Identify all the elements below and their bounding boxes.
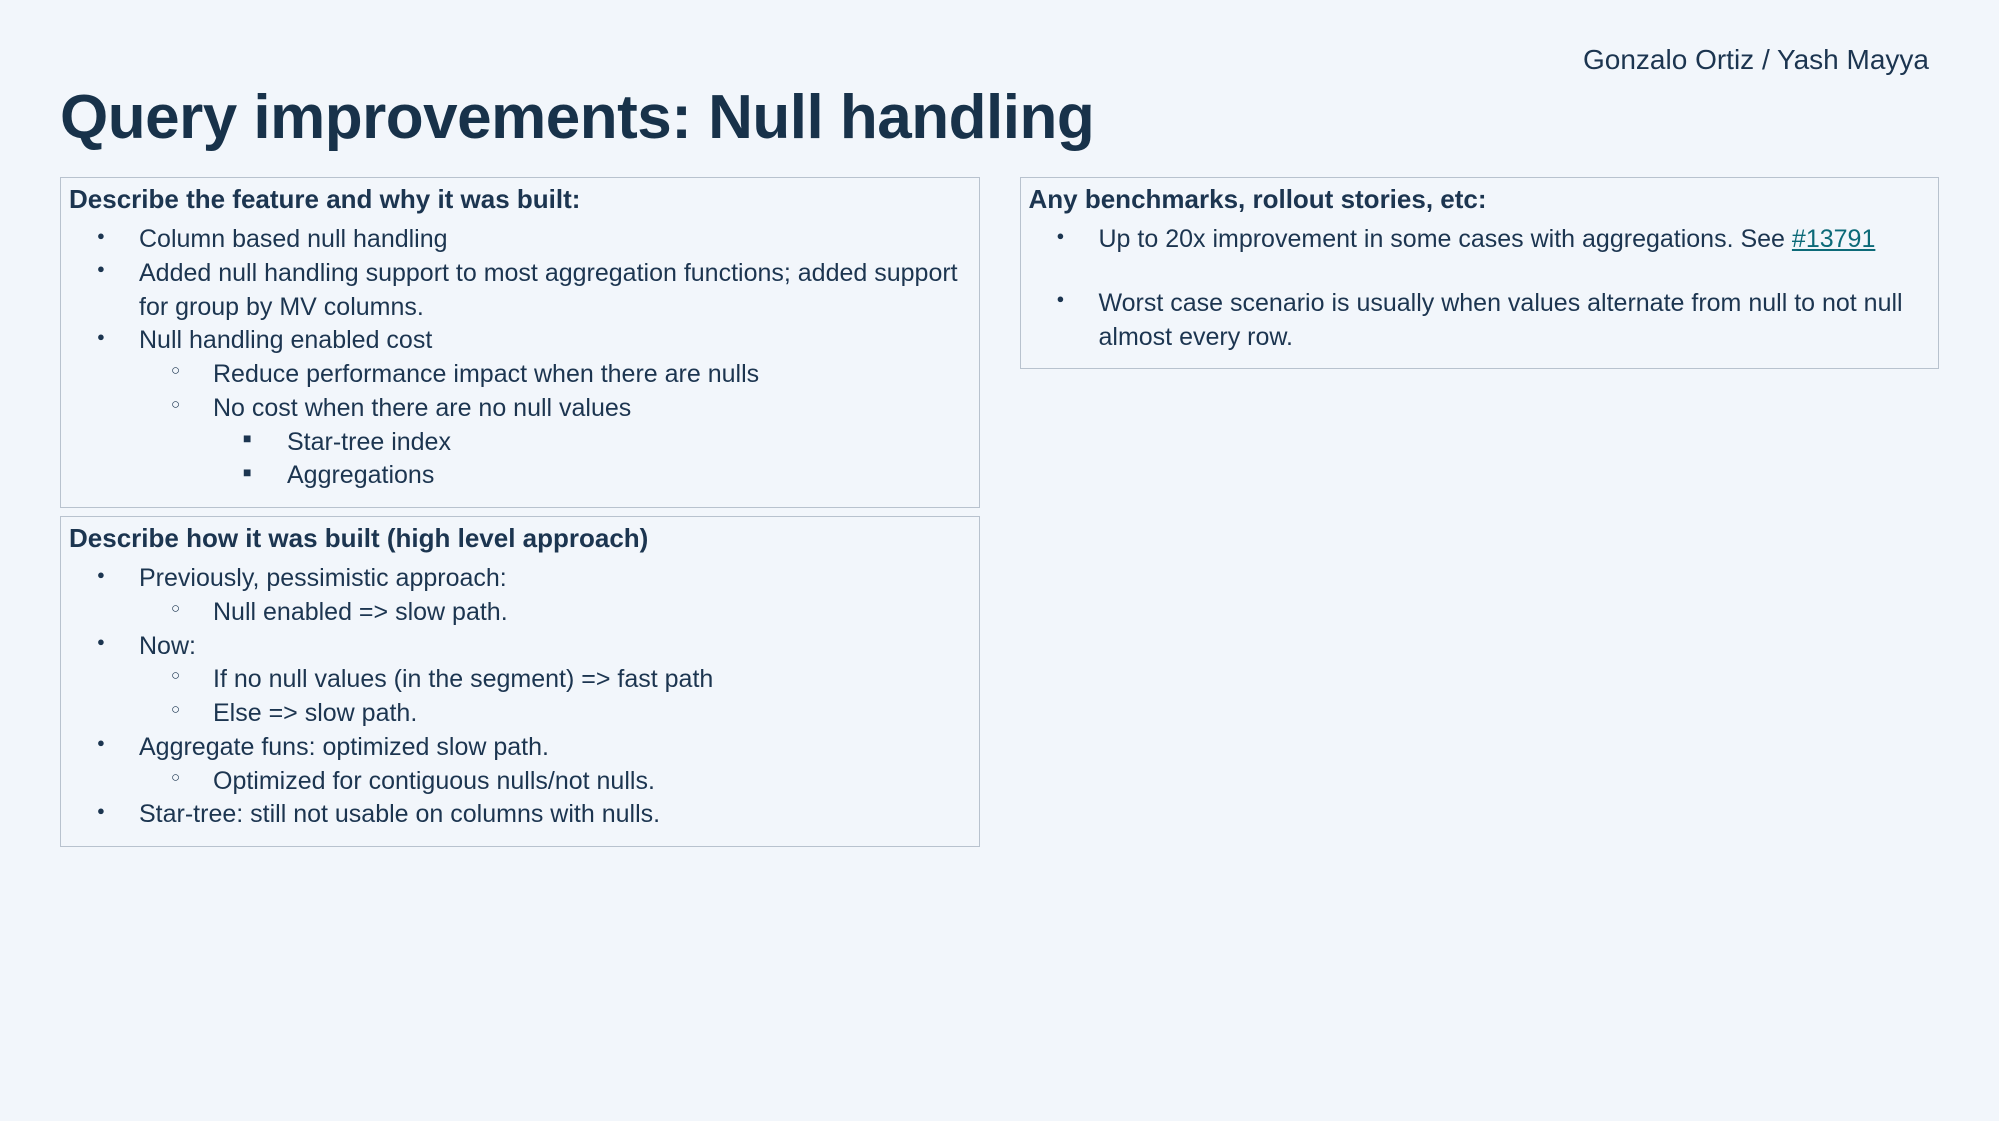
list-item: Aggregate funs: optimized slow path. Opt…	[69, 731, 971, 799]
list-item: Column based null handling	[69, 223, 971, 257]
list-item: Null enabled => slow path.	[139, 596, 971, 630]
authors-text: Gonzalo Ortiz / Yash Mayya	[1583, 44, 1929, 76]
feature-card-heading: Describe the feature and why it was buil…	[69, 184, 971, 215]
list-item-text: Null handling enabled cost	[139, 326, 432, 354]
list-item: Now: If no null values (in the segment) …	[69, 630, 971, 731]
list-item: Star-tree: still not usable on columns w…	[69, 798, 971, 832]
benchmarks-card-heading: Any benchmarks, rollout stories, etc:	[1029, 184, 1931, 215]
approach-card-heading: Describe how it was built (high level ap…	[69, 523, 971, 554]
benchmarks-card: Any benchmarks, rollout stories, etc: Up…	[1020, 177, 1940, 369]
list-item-text: Up to 20x improvement in some cases with…	[1099, 225, 1792, 253]
list-item: Null handling enabled cost Reduce perfor…	[69, 324, 971, 493]
list-item: Previously, pessimistic approach: Null e…	[69, 562, 971, 630]
list-item: No cost when there are no null values St…	[139, 392, 971, 493]
list-item: Reduce performance impact when there are…	[139, 358, 971, 392]
list-item-text: Previously, pessimistic approach:	[139, 564, 507, 592]
list-item-text: Now:	[139, 632, 196, 660]
list-item: Aggregations	[213, 459, 971, 493]
right-column: Any benchmarks, rollout stories, etc: Up…	[1020, 177, 1940, 377]
list-item: Star-tree index	[213, 426, 971, 460]
page-title: Query improvements: Null handling	[60, 82, 1939, 153]
list-item: Added null handling support to most aggr…	[69, 257, 971, 325]
list-item: Up to 20x improvement in some cases with…	[1029, 223, 1931, 257]
list-item: If no null values (in the segment) => fa…	[139, 663, 971, 697]
list-item: Optimized for contiguous nulls/not nulls…	[139, 765, 971, 799]
list-item: Else => slow path.	[139, 697, 971, 731]
feature-card: Describe the feature and why it was buil…	[60, 177, 980, 508]
list-item: Worst case scenario is usually when valu…	[1029, 287, 1931, 355]
list-item-text: Aggregate funs: optimized slow path.	[139, 733, 549, 761]
issue-link[interactable]: #13791	[1792, 225, 1875, 253]
content-columns: Describe the feature and why it was buil…	[60, 177, 1939, 855]
approach-card: Describe how it was built (high level ap…	[60, 516, 980, 847]
list-item-text: No cost when there are no null values	[213, 394, 631, 422]
spacer	[1029, 257, 1931, 287]
left-column: Describe the feature and why it was buil…	[60, 177, 980, 855]
